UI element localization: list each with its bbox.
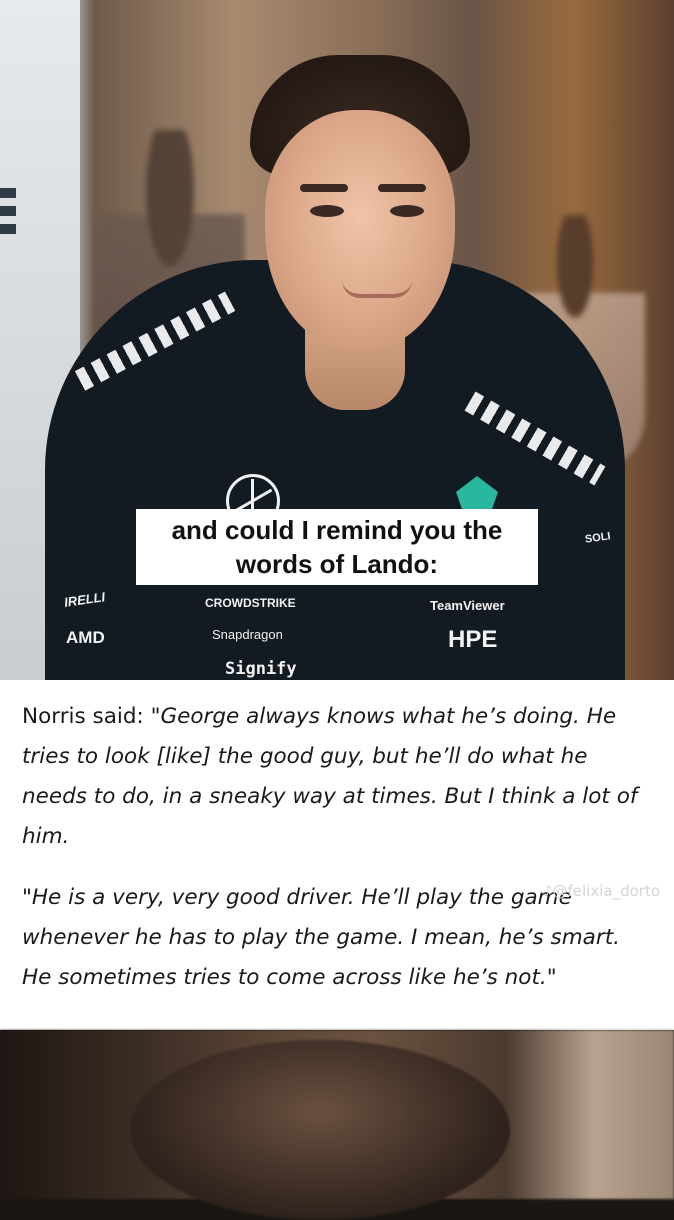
sponsor-crowdstrike: CROWDSTRIKE: [205, 596, 296, 610]
eyebrow-right: [378, 184, 426, 192]
eye-left: [310, 205, 344, 217]
sponsor-amd: AMD: [66, 628, 105, 647]
quote-attribution: Norris said: ": [22, 704, 161, 729]
eyebrow-left: [300, 184, 348, 192]
sponsor-snapdragon: Snapdragon: [212, 627, 283, 642]
sponsor-teamviewer: TeamViewer: [430, 598, 505, 613]
tiktok-watermark: ♪@felixia_dorto: [542, 882, 660, 900]
photo-bottom: [0, 1030, 674, 1220]
photo-top: CROWDSTRIKE TeamViewer Snapdragon HPE Si…: [0, 0, 674, 680]
wall-logo: [0, 180, 20, 270]
eye-right: [390, 205, 424, 217]
sponsor-hpe: HPE: [448, 626, 498, 653]
sponsor-signify: Signify: [225, 659, 297, 679]
quote-text-2: "He is a very, very good driver. He’ll p…: [22, 885, 620, 990]
face: [265, 110, 455, 350]
caption-box: and could I remind you the words of Land…: [136, 509, 538, 585]
caption-line-2: words of Lando:: [235, 549, 439, 579]
blurred-subject: [130, 1040, 510, 1220]
quote-block: Norris said: "George always knows what h…: [0, 680, 674, 1030]
caption-line-1: and could I remind you the: [171, 515, 503, 545]
quote-paragraph-1: Norris said: "George always knows what h…: [22, 697, 648, 857]
smile: [342, 280, 412, 298]
